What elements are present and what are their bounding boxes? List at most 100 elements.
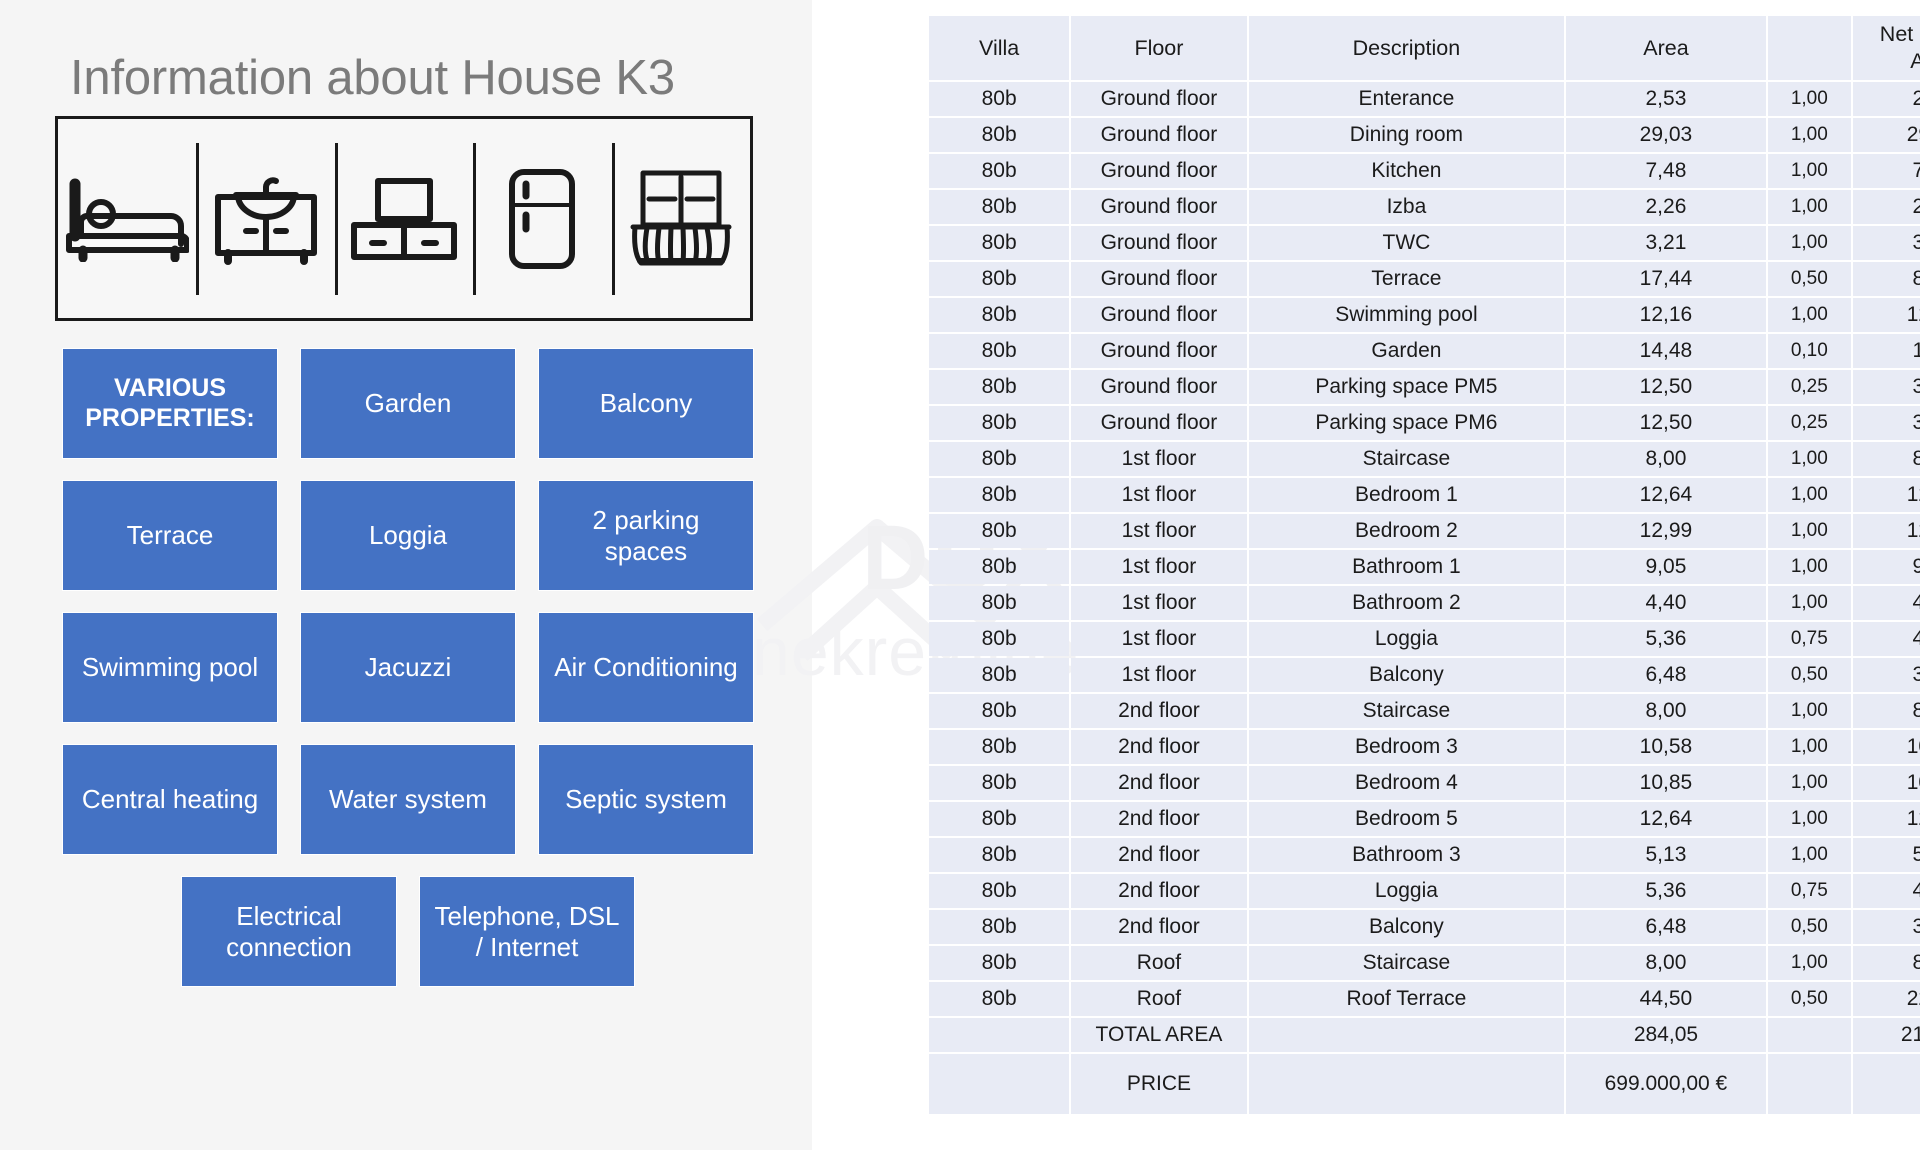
table-row: 80bRoofStaircase8,001,008,00 — [929, 946, 1920, 980]
feature-tile-air-conditioning[interactable]: Air Conditioning — [538, 612, 754, 723]
cell-villa: 80b — [929, 550, 1070, 584]
cell-floor: 1st floor — [1071, 550, 1247, 584]
cell-coefficient: 0,50 — [1767, 262, 1851, 296]
cell-description: TWC — [1248, 226, 1565, 260]
cell-area: 9,05 — [1566, 550, 1766, 584]
table-row-price: PRICE 699.000,00 € — [929, 1054, 1920, 1114]
cell-net-usable-area: 10,85 — [1852, 766, 1920, 800]
cell-net-usable-area: 2,26 — [1852, 190, 1920, 224]
column-header-area: Area — [1566, 16, 1766, 80]
cell-floor: Roof — [1071, 946, 1247, 980]
table-row: 80bGround floorSwimming pool12,161,0012,… — [929, 298, 1920, 332]
cell-coefficient: 1,00 — [1767, 946, 1851, 980]
cell-floor: Ground floor — [1071, 262, 1247, 296]
page-title: Information about House K3 — [70, 51, 675, 105]
page-root: Information about House K3 VARIOUS PROPE… — [0, 0, 1920, 1150]
table-header: Villa Floor Description Area Net Usable … — [929, 16, 1920, 80]
cell-floor: 2nd floor — [1071, 802, 1247, 836]
feature-row: Swimming pool Jacuzzi Air Conditioning — [62, 612, 754, 723]
tv-stand-icon — [334, 142, 473, 295]
cell-area: 12,50 — [1566, 370, 1766, 404]
cell-villa: 80b — [929, 334, 1070, 368]
cell-description: Loggia — [1248, 874, 1565, 908]
table-row: 80b Ground floor Parking space PM6 12,50 0,2… — [929, 406, 1920, 440]
cell-floor: 2nd floor — [1071, 766, 1247, 800]
table-row: 80bGround floorIzba2,261,002,26 — [929, 190, 1920, 224]
table-row: 80b2nd floorBathroom 35,131,005,13 — [929, 838, 1920, 872]
cell-coefficient — [1767, 1054, 1851, 1114]
feature-tile-parking-spaces[interactable]: 2 parking spaces — [538, 480, 754, 591]
cell-villa: 80b — [929, 586, 1070, 620]
cell-coefficient: 1,00 — [1767, 82, 1851, 116]
table-row: 80bGround floorGarden14,480,101,45 — [929, 334, 1920, 368]
table-row: 80b1st floorBalcony6,480,503,24 — [929, 658, 1920, 692]
table-row: 80b2nd floorBedroom 410,851,0010,85 — [929, 766, 1920, 800]
feature-tile-jacuzzi[interactable]: Jacuzzi — [300, 612, 516, 723]
cell-net-usable-area: 22,25 — [1852, 982, 1920, 1016]
cell-area: 6,48 — [1566, 658, 1766, 692]
table-row: 80b2nd floorStaircase8,001,008,00 — [929, 694, 1920, 728]
cell-floor: Ground floor — [1071, 118, 1247, 152]
feature-row: VARIOUS PROPERTIES: Garden Balcony — [62, 348, 754, 459]
cell-net-usable-area: 3,13 — [1852, 370, 1920, 404]
cell-description: Kitchen — [1248, 154, 1565, 188]
cell-villa: 80b — [929, 766, 1070, 800]
cell-floor: Ground floor — [1071, 190, 1247, 224]
cell-description: Staircase — [1248, 442, 1565, 476]
cell-net-usable-area: 4,40 — [1852, 586, 1920, 620]
cell-coefficient: 0,50 — [1767, 982, 1851, 1016]
cell-net-usable-area: 12,64 — [1852, 802, 1920, 836]
cell-area: 17,44 — [1566, 262, 1766, 296]
cell-coefficient: 1,00 — [1767, 298, 1851, 332]
cell-description: Balcony — [1248, 658, 1565, 692]
cell-net-usable-area: 3,21 — [1852, 226, 1920, 260]
feature-tile-balcony[interactable]: Balcony — [538, 348, 754, 459]
cell-floor: 2nd floor — [1071, 910, 1247, 944]
cell-floor: Ground floor — [1071, 370, 1247, 404]
cell-villa: 80b — [929, 442, 1070, 476]
cell-floor: 2nd floor — [1071, 874, 1247, 908]
cell-area: 12,99 — [1566, 514, 1766, 548]
feature-row: Terrace Loggia 2 parking spaces — [62, 480, 754, 591]
cell-villa: 80b — [929, 298, 1070, 332]
cell-area: 29,03 — [1566, 118, 1766, 152]
cell-area: 8,00 — [1566, 694, 1766, 728]
feature-tile-loggia[interactable]: Loggia — [300, 480, 516, 591]
cell-net-usable-area: 212,14 — [1852, 1018, 1920, 1052]
feature-tile-various-properties[interactable]: VARIOUS PROPERTIES: — [62, 348, 278, 459]
cell-description — [1248, 1054, 1565, 1114]
feature-tile-water-system[interactable]: Water system — [300, 744, 516, 855]
feature-tile-telephone-dsl-internet[interactable]: Telephone, DSL / Internet — [419, 876, 635, 987]
cell-area: 12,16 — [1566, 298, 1766, 332]
cell-coefficient: 1,00 — [1767, 730, 1851, 764]
cell-net-usable-area: 9,05 — [1852, 550, 1920, 584]
cell-area: 10,58 — [1566, 730, 1766, 764]
cell-coefficient: 1,00 — [1767, 226, 1851, 260]
cell-area: 3,21 — [1566, 226, 1766, 260]
cell-net-usable-area: 5,13 — [1852, 838, 1920, 872]
feature-tile-central-heating[interactable]: Central heating — [62, 744, 278, 855]
feature-tile-garden[interactable]: Garden — [300, 348, 516, 459]
feature-tile-septic-system[interactable]: Septic system — [538, 744, 754, 855]
cell-net-usable-area: 12,99 — [1852, 514, 1920, 548]
table-row: 80bGround floorDining room29,031,0029,03 — [929, 118, 1920, 152]
cell-villa: 80b — [929, 730, 1070, 764]
cell-description: Parking space PM6 — [1248, 406, 1565, 440]
feature-tile-electrical-connection[interactable]: Electrical connection — [181, 876, 397, 987]
cell-description: Bedroom 5 — [1248, 802, 1565, 836]
table-row: 80b2nd floorBedroom 310,581,0010,58 — [929, 730, 1920, 764]
cell-coefficient: 1,00 — [1767, 190, 1851, 224]
balcony-icon — [611, 142, 750, 295]
cell-description: Swimming pool — [1248, 298, 1565, 332]
cell-area: 44,50 — [1566, 982, 1766, 1016]
cell-net-usable-area: 3,24 — [1852, 910, 1920, 944]
cell-floor: Ground floor — [1071, 82, 1247, 116]
cell-villa: 80b — [929, 478, 1070, 512]
cell-coefficient: 1,00 — [1767, 442, 1851, 476]
cell-description: Izba — [1248, 190, 1565, 224]
feature-tile-terrace[interactable]: Terrace — [62, 480, 278, 591]
cell-description: Parking space PM5 — [1248, 370, 1565, 404]
house-info-panel: Information about House K3 VARIOUS PROPE… — [0, 0, 812, 1150]
bed-icon — [58, 143, 196, 295]
feature-tile-swimming-pool[interactable]: Swimming pool — [62, 612, 278, 723]
